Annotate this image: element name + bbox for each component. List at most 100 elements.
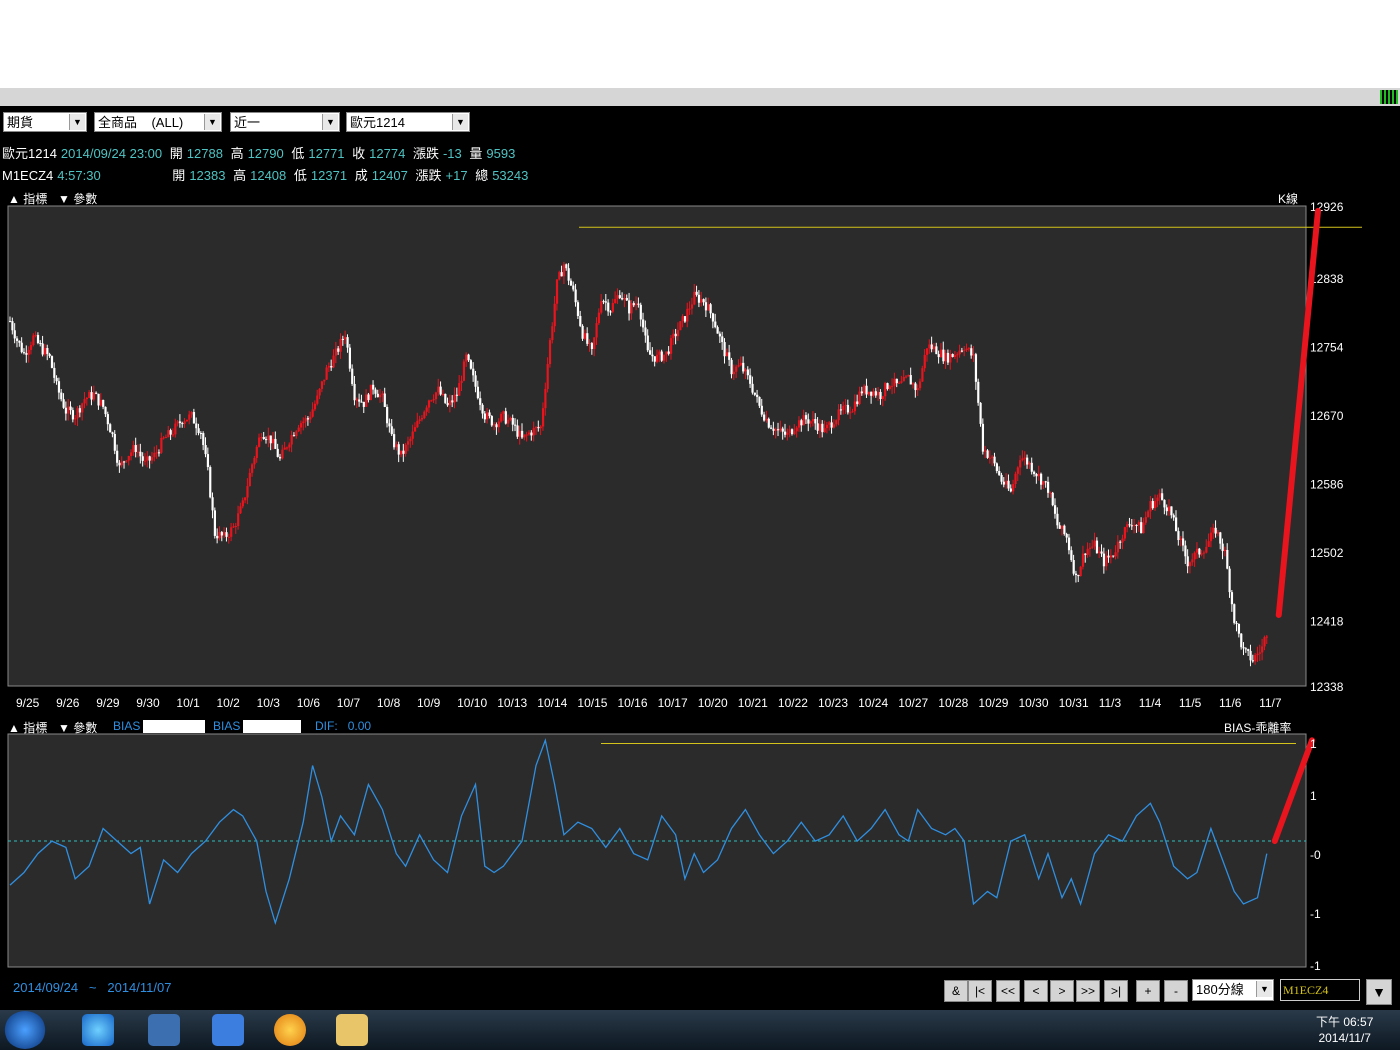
k-x-tick-label: 10/7 [337, 696, 361, 710]
candle-body [260, 437, 263, 439]
candle-body [1254, 655, 1257, 662]
candle-body [665, 351, 668, 355]
candle-body [460, 380, 463, 384]
candle-body [137, 451, 140, 453]
candle-body [360, 401, 363, 403]
candle-body [188, 414, 191, 420]
candle-body [632, 303, 635, 306]
candle-body [1258, 652, 1261, 654]
nav-button-0[interactable]: & [944, 980, 968, 1002]
candle-body [1077, 574, 1080, 577]
candle-body [693, 291, 696, 305]
candle-body [353, 383, 356, 401]
candle-body [334, 348, 338, 356]
candle-body [639, 304, 642, 320]
candle-body [160, 437, 163, 453]
k-x-tick-label: 10/14 [537, 696, 567, 710]
candle-body [34, 334, 37, 336]
candle-body [1102, 553, 1106, 567]
candle-body [81, 403, 84, 413]
k-x-tick-label: 11/3 [1099, 696, 1122, 710]
candle-body [886, 383, 889, 389]
candle-body [767, 418, 770, 428]
candle-body [681, 316, 684, 322]
app-icon[interactable] [212, 1014, 244, 1046]
candle-body [216, 535, 219, 539]
candle-body [409, 438, 412, 442]
k-x-tick-label: 10/21 [738, 696, 768, 710]
candle-body [199, 433, 203, 435]
nav-button-8[interactable]: - [1164, 980, 1188, 1002]
browser-icon[interactable] [82, 1014, 114, 1046]
candle-body [942, 349, 945, 362]
messenger-icon[interactable] [274, 1014, 306, 1046]
candle-body [974, 354, 978, 382]
clock[interactable]: 下午 06:57 2014/11/7 [1316, 1014, 1373, 1046]
candle-body [709, 304, 712, 314]
candle-body [253, 457, 256, 465]
symbol-input[interactable]: M1ECZ4 [1280, 979, 1360, 1001]
chevron-down-icon[interactable]: ▼ [1256, 981, 1272, 997]
candle-body [781, 428, 784, 432]
candle-body [500, 413, 503, 422]
candle-body [476, 386, 479, 399]
candle-body [749, 375, 752, 384]
candle-body [807, 419, 810, 424]
candle-body [1263, 637, 1266, 647]
candle-body [1235, 622, 1238, 625]
candle-body [1193, 552, 1196, 560]
candle-body [853, 401, 857, 412]
candle-body [777, 429, 780, 431]
nav-button-4[interactable]: > [1050, 980, 1074, 1002]
start-button[interactable] [4, 1011, 46, 1049]
candle-body [55, 377, 58, 382]
candle-body [344, 337, 347, 340]
candle-body [176, 421, 179, 424]
candle-body [960, 350, 964, 352]
candle-body [1028, 462, 1031, 465]
candle-body [399, 450, 403, 455]
candle-body [18, 340, 21, 343]
candle-body [1109, 555, 1113, 558]
candle-body [1179, 538, 1182, 541]
candle-body [1200, 553, 1203, 555]
candle-body [53, 367, 56, 378]
candle-body [541, 408, 545, 427]
nav-button-2[interactable]: << [996, 980, 1020, 1002]
candle-body [772, 428, 775, 431]
folder-icon[interactable] [336, 1014, 368, 1046]
candle-body [1126, 524, 1129, 528]
candle-body [43, 348, 47, 355]
candle-body [1123, 527, 1126, 539]
nav-button-3[interactable]: < [1024, 980, 1048, 1002]
media-player-icon[interactable] [148, 1014, 180, 1046]
candle-body [625, 297, 628, 301]
nav-button-7[interactable]: + [1136, 980, 1160, 1002]
candle-body [656, 354, 659, 362]
candle-body [539, 426, 542, 429]
candle-body [311, 409, 314, 417]
nav-button-5[interactable]: >> [1076, 980, 1100, 1002]
candle-body [1207, 541, 1210, 547]
candle-body [234, 526, 237, 528]
candle-body [192, 412, 196, 424]
candle-body [232, 526, 235, 528]
candle-body [1214, 527, 1217, 534]
candle-body [467, 354, 470, 361]
candle-body [651, 354, 654, 357]
k-x-tick-label: 10/24 [858, 696, 888, 710]
candle-body [1149, 501, 1152, 512]
candle-body [558, 272, 561, 280]
candle-body [514, 424, 517, 426]
candle-body [946, 352, 950, 363]
nav-button-1[interactable]: |< [968, 980, 992, 1002]
candle-body [146, 456, 149, 461]
candle-body [1007, 480, 1010, 489]
nav-button-6[interactable]: >| [1104, 980, 1128, 1002]
candle-body [439, 386, 442, 395]
candle-body [1009, 488, 1012, 492]
candle-body [1221, 543, 1224, 552]
expand-down-button[interactable]: ▼ [1366, 979, 1392, 1005]
interval-select[interactable]: 180分線 ▼ [1192, 979, 1274, 1001]
candle-body [1044, 481, 1047, 483]
